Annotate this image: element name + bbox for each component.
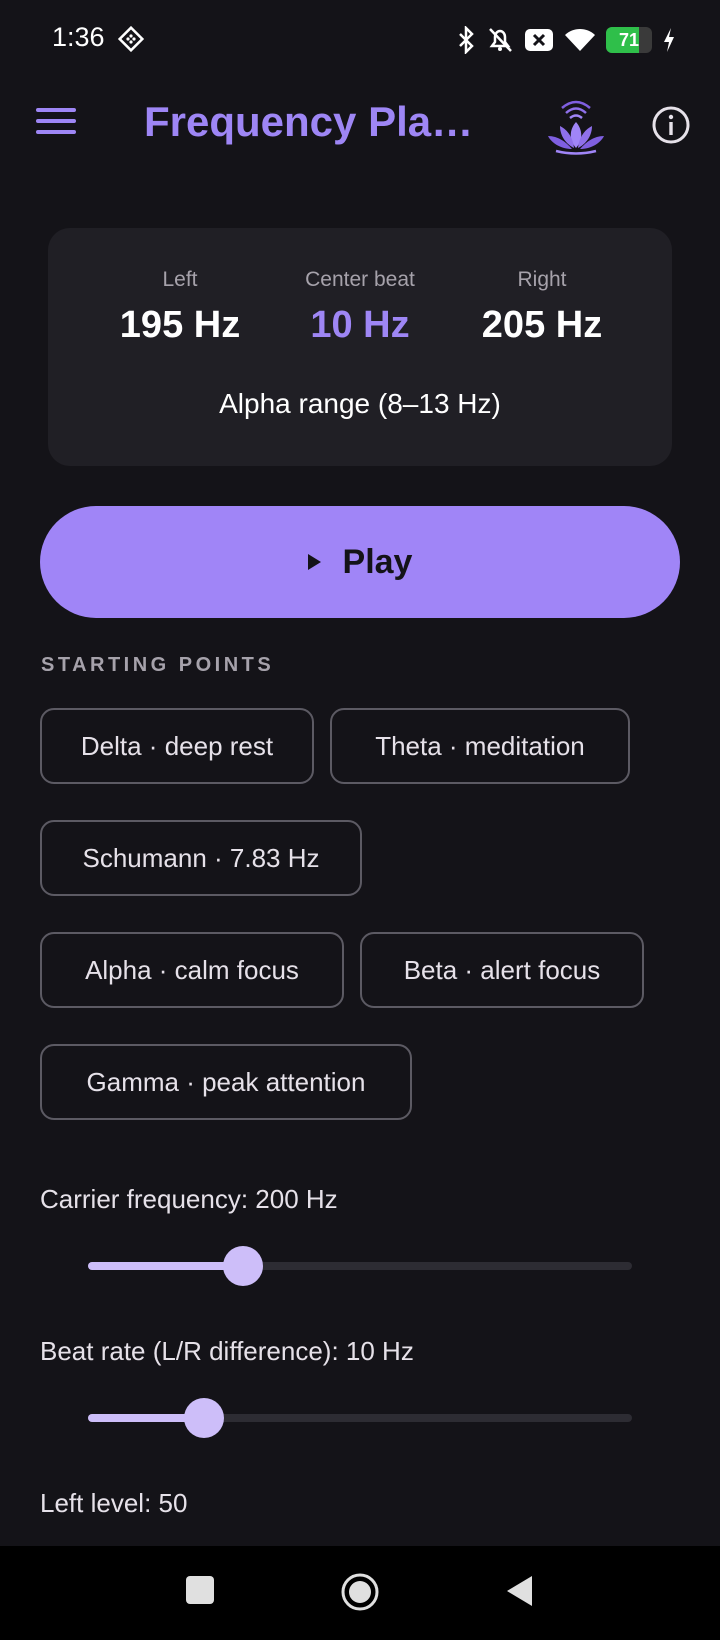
- menu-icon[interactable]: [36, 108, 76, 140]
- chip-alpha[interactable]: Alpha · calm focus: [40, 932, 344, 1008]
- left-level-label: Left level: 50: [40, 1488, 188, 1518]
- lotus-logo-icon: [548, 100, 604, 155]
- charging-icon: [664, 28, 674, 52]
- left-frequency: Left 195 Hz: [90, 268, 270, 347]
- left-frequency-value: 195 Hz: [119, 304, 241, 346]
- chip-schumann[interactable]: Schumann · 7.83 Hz: [40, 820, 362, 896]
- carrier-frequency-label: Carrier frequency: 200 Hz: [40, 1184, 338, 1214]
- right-frequency-label: Right: [517, 268, 567, 291]
- bluetooth-icon: [459, 26, 474, 54]
- center-beat-label: Center beat: [305, 268, 415, 291]
- status-time: 1:36: [52, 22, 105, 52]
- app-bar: Frequency Play...: [0, 80, 720, 168]
- slider-thumb[interactable]: [183, 1398, 224, 1438]
- home-icon[interactable]: [340, 1572, 380, 1612]
- play-button[interactable]: Play: [40, 506, 680, 618]
- recents-icon[interactable]: [186, 1576, 214, 1604]
- system-nav-bar: [0, 1546, 720, 1640]
- left-frequency-label: Left: [162, 268, 198, 291]
- chip-gamma[interactable]: Gamma · peak attention: [40, 1044, 412, 1120]
- close-box-icon: [525, 29, 553, 51]
- info-icon[interactable]: [650, 104, 692, 146]
- frequency-card: Left 195 Hz Center beat 10 Hz Right 205 …: [48, 228, 672, 466]
- status-bar: 1:36 71: [0, 0, 720, 80]
- carrier-frequency-slider[interactable]: [88, 1241, 632, 1291]
- play-icon: [307, 554, 321, 570]
- play-label: Play: [342, 542, 413, 581]
- chip-beta[interactable]: Beta · alert focus: [360, 932, 644, 1008]
- chip-theta[interactable]: Theta · meditation: [330, 708, 630, 784]
- battery-icon: 71: [606, 27, 652, 53]
- range-description: Alpha range (8–13 Hz): [219, 388, 501, 419]
- center-beat-value: 10 Hz: [310, 304, 410, 346]
- right-frequency: Right 205 Hz: [452, 268, 632, 347]
- status-icons: 71: [456, 24, 676, 56]
- slider-active-track: [88, 1262, 244, 1270]
- starting-points-header: STARTING POINTS: [41, 654, 275, 676]
- slider-thumb[interactable]: [223, 1246, 264, 1286]
- notifications-off-icon: [489, 28, 512, 52]
- beat-rate-label: Beat rate (L/R difference): 10 Hz: [40, 1336, 414, 1366]
- wifi-icon: [565, 29, 595, 51]
- back-icon[interactable]: [504, 1574, 534, 1608]
- right-frequency-value: 205 Hz: [481, 304, 603, 346]
- center-beat: Center beat 10 Hz: [270, 268, 450, 347]
- assistant-icon: [118, 26, 144, 52]
- beat-rate-slider[interactable]: [88, 1393, 632, 1443]
- battery-level: 71: [618, 29, 640, 50]
- chip-delta[interactable]: Delta · deep rest: [40, 708, 314, 784]
- app-title: Frequency Play...: [144, 98, 484, 145]
